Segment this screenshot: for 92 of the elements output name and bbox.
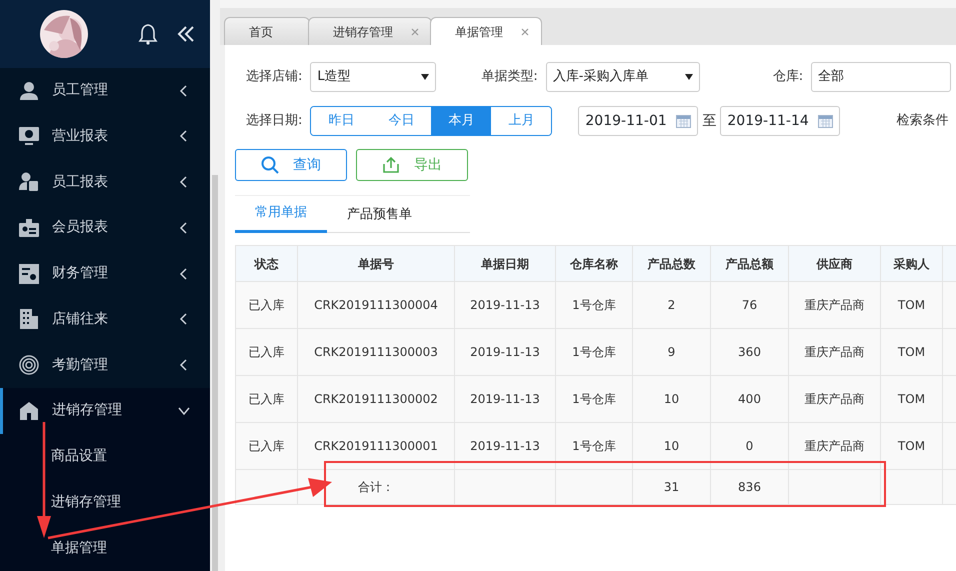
table-cell: 2019-11-13 bbox=[454, 328, 556, 376]
calendar-icon bbox=[818, 114, 834, 128]
table-cell: CRK2019111300003 bbox=[298, 328, 454, 376]
table-cell: 已入库 bbox=[236, 422, 298, 470]
upload-icon bbox=[382, 156, 400, 174]
table-cell: 重庆产品商 bbox=[788, 282, 880, 328]
fingerprint-icon bbox=[18, 354, 40, 376]
submenu-item[interactable]: 单据管理 bbox=[0, 525, 210, 571]
id-card-icon bbox=[18, 216, 40, 239]
sidebar-item[interactable]: 进销存管理 bbox=[0, 388, 210, 434]
scrollbar-thumb[interactable] bbox=[212, 175, 218, 571]
person-document-icon bbox=[18, 171, 40, 194]
date-field[interactable]: 2019-11-01 bbox=[578, 106, 698, 136]
table-cell: 10 bbox=[632, 422, 710, 470]
field-label: 选择日期: bbox=[246, 112, 302, 130]
table-cell: 1号仓库 bbox=[556, 328, 632, 376]
tab[interactable]: 单据管理 bbox=[430, 17, 542, 45]
search-icon bbox=[261, 156, 279, 174]
field-label: 单据类型: bbox=[481, 68, 538, 86]
column-header: 单据日期 bbox=[454, 246, 556, 282]
table-cell: 360 bbox=[710, 328, 788, 376]
calendar-icon bbox=[676, 114, 692, 128]
table-cell: 重庆产品商 bbox=[788, 376, 880, 422]
field-label: 仓库: bbox=[772, 68, 804, 86]
select-field[interactable]: 全部 bbox=[811, 62, 952, 92]
column-header: 单据号 bbox=[298, 246, 454, 282]
table-cell: CRK2019111300001 bbox=[298, 422, 454, 470]
table-cell: 1号仓库 bbox=[556, 282, 632, 328]
collapse-icon[interactable] bbox=[176, 24, 196, 44]
table-cell: 1号仓库 bbox=[556, 376, 632, 422]
column-header: 仓库名称 bbox=[556, 246, 632, 282]
sidebar-item[interactable]: 考勤管理 bbox=[0, 342, 210, 388]
column-header: 供应商 bbox=[788, 246, 880, 282]
table-cell: 1号仓库 bbox=[556, 422, 632, 470]
tab[interactable]: 首页 bbox=[224, 17, 310, 45]
table-cell: 10 bbox=[632, 376, 710, 422]
submenu-item[interactable]: 进销存管理 bbox=[0, 480, 210, 526]
tab[interactable]: 产品预售单 bbox=[327, 196, 432, 233]
table-cell: CRK2019111300002 bbox=[298, 376, 454, 422]
table-cell: 836 bbox=[710, 470, 788, 504]
tab[interactable]: 进销存管理 bbox=[308, 17, 432, 45]
table-cell: 9 bbox=[632, 328, 710, 376]
person-icon bbox=[18, 80, 40, 102]
search-conditions-label: 检索条件 bbox=[896, 112, 948, 130]
range-separator: 至 bbox=[702, 112, 716, 130]
caret-icon bbox=[421, 74, 430, 80]
table-cell: 400 bbox=[710, 376, 788, 422]
column-header: 状态 bbox=[236, 246, 298, 282]
table-cell: 重庆产品商 bbox=[788, 328, 880, 376]
table-cell: 2 bbox=[632, 282, 710, 328]
close-icon[interactable] bbox=[521, 28, 529, 36]
bell-icon[interactable] bbox=[138, 22, 158, 45]
table-cell: 已入库 bbox=[236, 282, 298, 328]
table-cell: 已入库 bbox=[236, 328, 298, 376]
sidebar-item[interactable]: 店铺往来 bbox=[0, 296, 210, 342]
sidebar-item[interactable]: 员工管理 bbox=[0, 68, 210, 114]
date-range-button[interactable]: 本月 bbox=[431, 107, 492, 135]
submenu-item[interactable]: 商品设置 bbox=[0, 434, 210, 480]
total-label: 合计： bbox=[358, 480, 394, 494]
chevron-down-icon bbox=[178, 404, 190, 417]
sidebar-item[interactable]: 财务管理 bbox=[0, 250, 210, 296]
column-header: 采购人 bbox=[880, 246, 942, 282]
table-cell: 2019-11-13 bbox=[454, 422, 556, 470]
table-cell: TOM bbox=[880, 328, 942, 376]
table-cell: 2019-11-13 bbox=[454, 376, 556, 422]
table-cell: TOM bbox=[880, 422, 942, 470]
table-cell: 已入库 bbox=[236, 376, 298, 422]
report-icon bbox=[18, 262, 40, 285]
column-header: 产品总额 bbox=[710, 246, 788, 282]
select-field[interactable]: 入库-采购入库单 bbox=[546, 62, 700, 92]
sidebar-item[interactable]: 员工报表 bbox=[0, 159, 210, 205]
column-header: 产品总数 bbox=[632, 246, 710, 282]
table-cell: CRK2019111300004 bbox=[298, 282, 454, 328]
select-field[interactable]: L造型 bbox=[310, 62, 436, 92]
table-cell: 0 bbox=[710, 422, 788, 470]
close-icon[interactable] bbox=[411, 28, 419, 36]
table-cell: 重庆产品商 bbox=[788, 422, 880, 470]
caret-icon bbox=[684, 74, 693, 80]
sidebar-item[interactable]: 会员报表 bbox=[0, 204, 210, 251]
date-field[interactable]: 2019-11-14 bbox=[720, 106, 840, 136]
tab[interactable]: 常用单据 bbox=[235, 196, 327, 233]
monitor-icon bbox=[18, 125, 40, 148]
field-label: 选择店铺: bbox=[246, 68, 302, 86]
table-cell: TOM bbox=[880, 376, 942, 422]
table-cell: 2019-11-13 bbox=[454, 282, 556, 328]
search-button[interactable]: 查询 bbox=[235, 149, 347, 181]
house-icon bbox=[18, 400, 40, 422]
sidebar-item[interactable]: 营业报表 bbox=[0, 113, 210, 160]
table-cell: TOM bbox=[880, 282, 942, 328]
table-cell: 31 bbox=[632, 470, 710, 504]
building-icon bbox=[18, 308, 40, 330]
table-cell: 76 bbox=[710, 282, 788, 328]
